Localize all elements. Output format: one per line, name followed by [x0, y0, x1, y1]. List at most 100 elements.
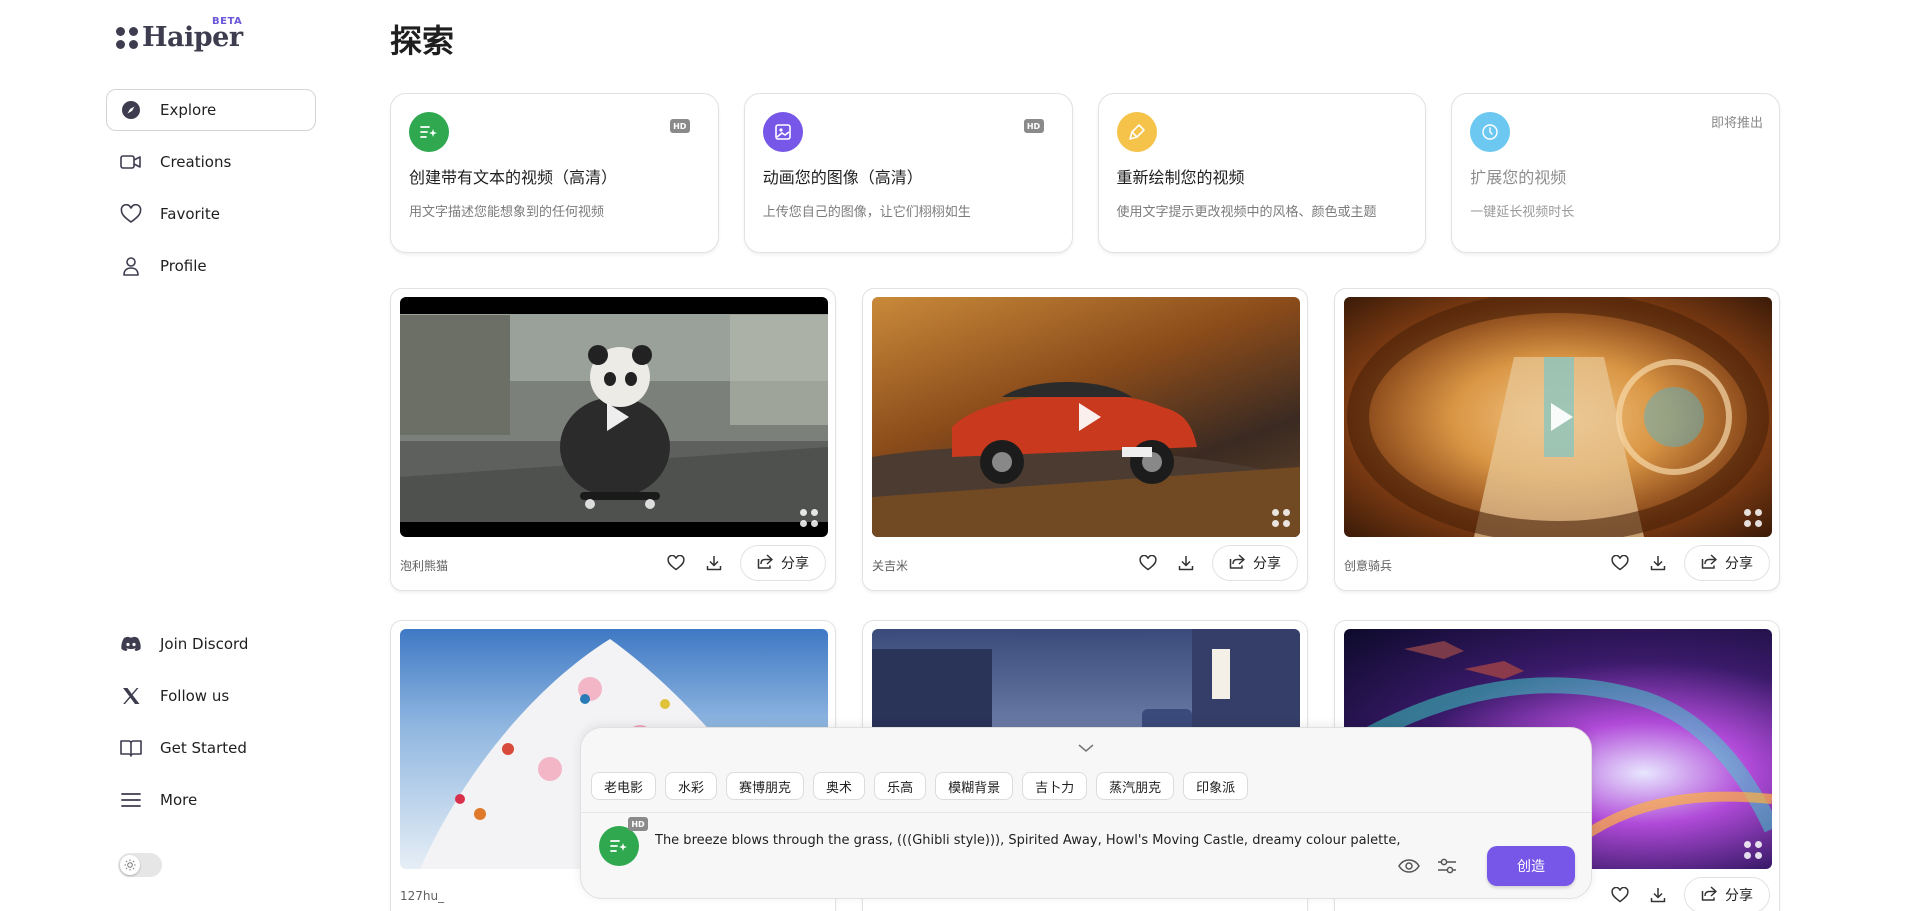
share-button[interactable]: 分享	[1212, 545, 1298, 581]
nav-item-explore[interactable]: Explore	[106, 89, 316, 131]
divider	[581, 812, 1591, 813]
share-label: 分享	[1725, 556, 1753, 572]
feature-title: 扩展您的视频	[1470, 168, 1567, 187]
nav-item-follow-us[interactable]: Follow us	[106, 675, 316, 717]
coming-soon-label: 即将推出	[1710, 116, 1763, 131]
create-button[interactable]: 创造	[1487, 846, 1575, 886]
share-icon	[1701, 553, 1717, 573]
style-tag[interactable]: 奥术	[813, 772, 866, 800]
share-button[interactable]: 分享	[1684, 877, 1770, 911]
nav-label: Join Discord	[160, 635, 249, 653]
share-label: 分享	[1725, 888, 1753, 904]
x-icon	[120, 685, 142, 707]
feature-description: 用文字描述您能想象到的任何视频	[409, 205, 605, 220]
settings-sliders-icon[interactable]	[1435, 854, 1459, 878]
video-card: 泡利熊猫 分享	[390, 288, 836, 591]
like-heart-icon[interactable]	[1608, 883, 1632, 907]
feature-card-extend-video: 即将推出 扩展您的视频 一键延长视频时长	[1451, 93, 1780, 253]
hd-badge: HD	[669, 119, 690, 133]
feature-description: 使用文字提示更改视频中的风格、颜色或主题	[1116, 205, 1377, 220]
page-title: 探索	[390, 22, 455, 60]
style-tag[interactable]: 模糊背景	[935, 772, 1014, 800]
style-tag[interactable]: 乐高	[874, 772, 927, 800]
style-tags: 老电影 水彩 赛博朋克 奥术 乐高 模糊背景 吉卜力 蒸汽朋克 印象派	[591, 772, 1249, 800]
feature-cards: HD 创建带有文本的视频（高清） 用文字描述您能想象到的任何视频 HD 动画您的…	[390, 93, 1780, 253]
feature-card-animate-image[interactable]: HD 动画您的图像（高清） 上传您自己的图像，让它们栩栩如生	[743, 93, 1073, 253]
like-heart-icon[interactable]	[1608, 551, 1632, 575]
author-name[interactable]: 泡利熊猫	[400, 557, 448, 574]
compass-icon	[120, 99, 142, 121]
style-tag[interactable]: 吉卜力	[1022, 772, 1088, 800]
feature-card-text-to-video[interactable]: HD 创建带有文本的视频（高清） 用文字描述您能想象到的任何视频	[390, 93, 719, 253]
main-nav: Explore Creations Favorite Profile	[106, 89, 316, 297]
share-label: 分享	[1253, 556, 1281, 572]
feature-card-repaint-video[interactable]: 重新绘制您的视频 使用文字提示更改视频中的风格、颜色或主题	[1097, 93, 1427, 253]
feature-description: 上传您自己的图像，让它们栩栩如生	[762, 205, 971, 220]
share-button[interactable]: 分享	[1684, 545, 1770, 581]
author-name[interactable]: 创意骑兵	[1344, 557, 1392, 574]
nav-item-creations[interactable]: Creations	[106, 141, 316, 183]
download-icon[interactable]	[1646, 883, 1670, 907]
nav-item-join-discord[interactable]: Join Discord	[106, 623, 316, 665]
nav-item-get-started[interactable]: Get Started	[106, 727, 316, 769]
book-icon	[120, 737, 142, 759]
user-icon	[120, 255, 142, 277]
feature-title: 创建带有文本的视频（高清）	[409, 168, 618, 187]
download-icon[interactable]	[1646, 551, 1670, 575]
author-name[interactable]: 127hu_	[400, 889, 444, 903]
style-tag[interactable]: 水彩	[665, 772, 718, 800]
menu-icon	[120, 789, 142, 811]
card-actions: 分享	[1608, 877, 1770, 911]
download-icon[interactable]	[1174, 551, 1198, 575]
like-heart-icon[interactable]	[664, 551, 688, 575]
prompt-tools: 创造	[1397, 846, 1575, 886]
hd-badge: HD	[628, 817, 648, 831]
video-thumbnail[interactable]	[1344, 297, 1772, 537]
nav-label: Creations	[160, 153, 232, 171]
eye-icon[interactable]	[1397, 854, 1421, 878]
sun-icon	[120, 855, 140, 875]
nav-label: Follow us	[160, 687, 230, 705]
card-actions: 分享	[1136, 545, 1298, 581]
heart-icon	[120, 203, 142, 225]
video-thumbnail[interactable]	[872, 297, 1300, 537]
like-heart-icon[interactable]	[1136, 551, 1160, 575]
video-thumbnail[interactable]	[400, 297, 828, 537]
haiper-logo[interactable]: Haiper BETA	[116, 16, 243, 53]
text-sparkle-icon[interactable]	[599, 826, 639, 866]
play-icon[interactable]	[607, 403, 629, 431]
theme-toggle[interactable]	[118, 853, 162, 877]
card-actions: 分享	[664, 545, 826, 581]
nav-item-profile[interactable]: Profile	[106, 245, 316, 287]
card-actions: 分享	[1608, 545, 1770, 581]
nav-item-more[interactable]: More	[106, 779, 316, 821]
download-icon[interactable]	[702, 551, 726, 575]
haiper-watermark-icon	[800, 509, 818, 527]
sidebar: Haiper BETA Explore Creations Favorite P…	[0, 0, 330, 911]
secondary-nav: Join Discord Follow us Get Started More	[106, 623, 316, 831]
author-name[interactable]: 关吉米	[872, 557, 908, 574]
nav-label: Explore	[160, 101, 217, 119]
feature-title: 动画您的图像（高清）	[762, 168, 923, 187]
nav-label: Profile	[160, 257, 207, 275]
style-tag[interactable]: 蒸汽朋克	[1096, 772, 1175, 800]
share-icon	[1229, 553, 1245, 573]
nav-label: Favorite	[160, 205, 220, 223]
haiper-watermark-icon	[1272, 509, 1290, 527]
feature-title: 重新绘制您的视频	[1116, 168, 1245, 187]
style-tag[interactable]: 印象派	[1183, 772, 1249, 800]
play-icon[interactable]	[1551, 403, 1573, 431]
share-icon	[1701, 885, 1717, 905]
collapse-chevron-icon[interactable]	[1078, 737, 1094, 756]
discord-icon	[120, 633, 142, 655]
style-tag[interactable]: 赛博朋克	[726, 772, 805, 800]
nav-item-favorite[interactable]: Favorite	[106, 193, 316, 235]
video-card: 创意骑兵 分享	[1334, 288, 1780, 591]
style-tag[interactable]: 老电影	[591, 772, 657, 800]
share-button[interactable]: 分享	[740, 545, 826, 581]
play-icon[interactable]	[1079, 403, 1101, 431]
prompt-input[interactable]: The breeze blows through the grass, (((G…	[655, 833, 1415, 848]
nav-label: More	[160, 791, 198, 809]
nav-label: Get Started	[160, 739, 247, 757]
clock-icon	[1470, 112, 1511, 152]
